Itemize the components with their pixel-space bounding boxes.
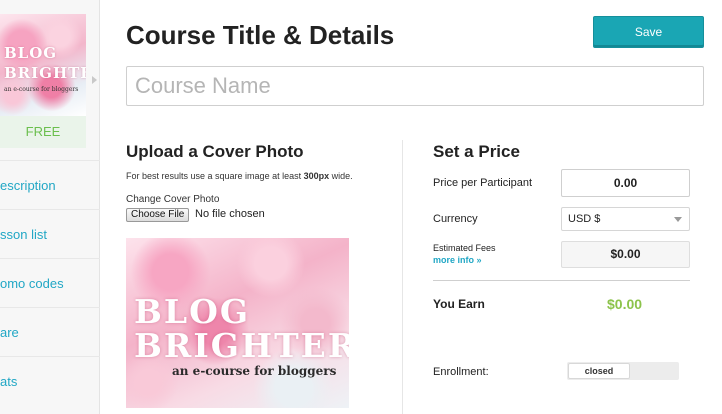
sidebar: BLOG BRIGHTER an e-course for bloggers F…	[0, 0, 100, 414]
course-name-input[interactable]	[126, 66, 704, 106]
cover-title-line2: BRIGHTER	[134, 326, 349, 365]
chevron-right-icon	[92, 76, 97, 84]
sidebar-item-share[interactable]: are	[0, 307, 100, 356]
currency-label: Currency	[433, 213, 478, 225]
course-thumbnail[interactable]: BLOG BRIGHTER an e-course for bloggers	[0, 14, 86, 116]
you-earn-label: You Earn	[433, 297, 485, 311]
sidebar-item-promo-codes[interactable]: omo codes	[0, 258, 100, 307]
price-divider	[433, 280, 690, 281]
currency-value: USD $	[568, 213, 601, 225]
enrollment-toggle[interactable]: closed	[567, 362, 679, 380]
upload-hint-prefix: For best results use a square image at l…	[126, 171, 304, 181]
price-input[interactable]	[561, 169, 690, 197]
cover-photo-preview: BLOG BRIGHTER an e-course for bloggers	[126, 238, 349, 408]
save-button[interactable]: Save	[593, 16, 704, 48]
enrollment-state: closed	[568, 363, 630, 379]
sidebar-item-stats[interactable]: ats	[0, 356, 100, 405]
sidebar-item-lesson-list[interactable]: sson list	[0, 209, 100, 258]
sidebar-item-label: ats	[0, 374, 18, 389]
cover-subtitle: an e-course for bloggers	[172, 364, 337, 378]
choose-file-button[interactable]: Choose File	[126, 208, 190, 222]
enrollment-label: Enrollment:	[433, 366, 489, 378]
cover-title-line1: BLOG	[134, 292, 251, 331]
price-label: Price per Participant	[433, 177, 533, 189]
upload-hint: For best results use a square image at l…	[126, 171, 353, 181]
estimated-fees-label: Estimated Fees	[433, 243, 496, 253]
upload-hint-size: 300px	[303, 171, 330, 181]
sidebar-item-label: are	[0, 325, 19, 340]
change-cover-label: Change Cover Photo	[126, 194, 220, 205]
price-badge: FREE	[0, 116, 86, 148]
no-file-text: No file chosen	[195, 208, 265, 220]
thumbnail-title-line1: BLOG	[4, 44, 58, 62]
upload-heading: Upload a Cover Photo	[126, 142, 304, 161]
sidebar-item-description[interactable]: escription	[0, 160, 100, 209]
thumbnail-title-line2: BRIGHTER	[4, 64, 86, 82]
currency-select[interactable]: USD $	[561, 207, 690, 231]
sidebar-item-label: escription	[0, 178, 56, 193]
estimated-fees-value: $0.00	[561, 241, 690, 268]
sidebar-item-label: omo codes	[0, 276, 64, 291]
more-info-link[interactable]: more info »	[433, 255, 482, 265]
column-divider	[402, 140, 403, 414]
chevron-down-icon	[674, 217, 682, 222]
sidebar-nav: escription sson list omo codes are ats	[0, 160, 100, 405]
upload-hint-suffix: wide.	[329, 171, 353, 181]
you-earn-value: $0.00	[607, 296, 643, 312]
thumbnail-subtitle: an e-course for bloggers	[4, 86, 79, 93]
price-heading: Set a Price	[433, 142, 520, 161]
sidebar-item-label: sson list	[0, 227, 47, 242]
page-title: Course Title & Details	[126, 20, 395, 50]
